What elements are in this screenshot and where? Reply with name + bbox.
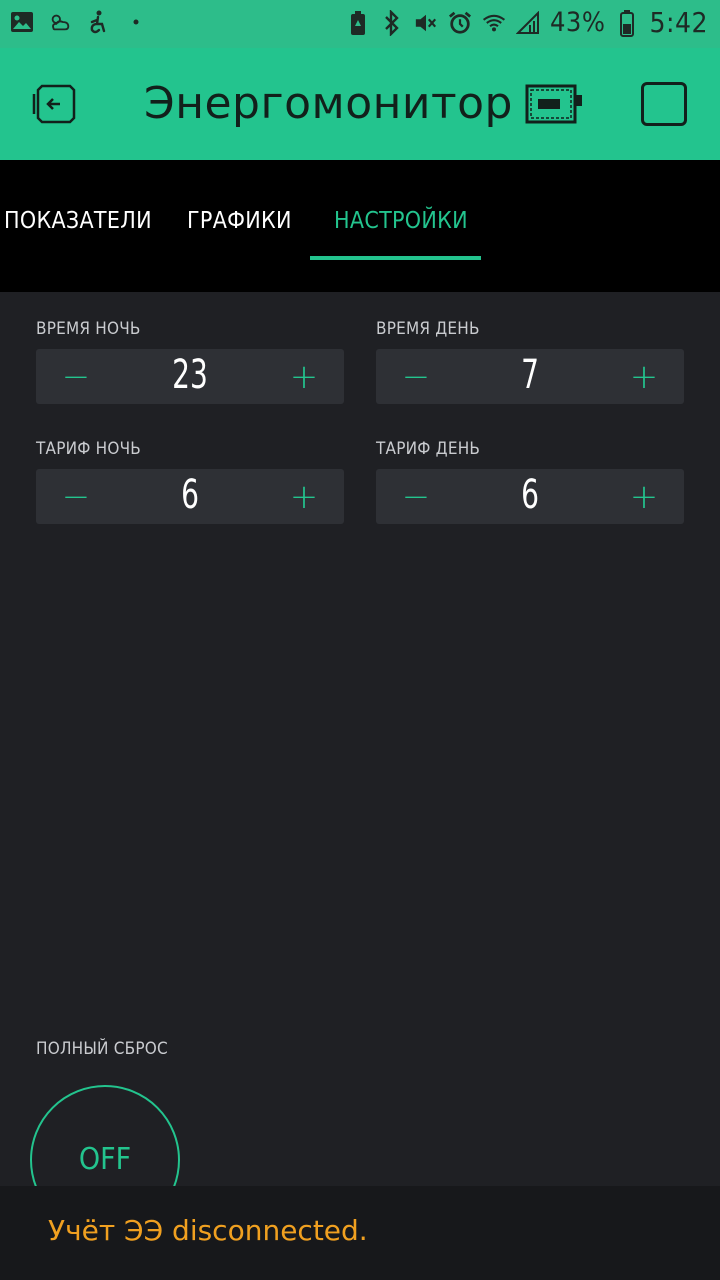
signal-icon (515, 10, 540, 35)
clock: 5:42 (649, 6, 708, 39)
tab-settings[interactable]: НАСТРОЙКИ (334, 208, 468, 234)
active-tab-indicator (310, 256, 481, 260)
time-day-stepper: − 7 + (376, 349, 684, 404)
exit-icon (32, 84, 76, 124)
tariff-night-stepper: − 6 + (36, 469, 344, 524)
status-bar-notifications (10, 10, 148, 34)
full-reset-label: ПОЛНЫЙ СБРОС (36, 1039, 168, 1059)
time-day-label: ВРЕМЯ ДЕНЬ (376, 319, 480, 339)
status-bar: 43% 5:42 (0, 0, 720, 48)
tariff-night-increment-button[interactable]: + (274, 469, 334, 524)
settings-panel: ВРЕМЯ НОЧЬ − 23 + ВРЕМЯ ДЕНЬ − 7 + ТАРИФ… (0, 292, 720, 1235)
tariff-day-increment-button[interactable]: + (614, 469, 674, 524)
time-night-stepper: − 23 + (36, 349, 344, 404)
tab-bar: ПОКАЗАТЕЛИ ГРАФИКИ НАСТРОЙКИ (0, 160, 720, 292)
bluetooth-icon (380, 9, 404, 36)
wifi-icon (482, 11, 506, 35)
battery-icon (615, 9, 639, 37)
snackbar: Учёт ЭЭ disconnected. (0, 1186, 720, 1280)
image-icon (10, 10, 34, 34)
exit-project-button[interactable] (30, 82, 82, 126)
time-night-increment-button[interactable]: + (274, 349, 334, 404)
battery-saver-icon (346, 10, 370, 35)
app-bar: Энергомонитор (0, 48, 720, 160)
status-bar-system: 43% 5:42 (346, 6, 708, 39)
tariff-night-label: ТАРИФ НОЧЬ (36, 439, 141, 459)
mute-icon (414, 11, 438, 35)
tab-charts[interactable]: ГРАФИКИ (187, 208, 292, 234)
tariff-day-label: ТАРИФ ДЕНЬ (376, 439, 481, 459)
device-button[interactable] (524, 82, 586, 126)
battery-percentage: 43% (549, 7, 606, 38)
dot-icon (124, 10, 148, 34)
time-day-increment-button[interactable]: + (614, 349, 674, 404)
connection-status-message: Учёт ЭЭ disconnected. (48, 1214, 368, 1247)
weather-icon (48, 10, 72, 34)
device-icon (525, 84, 582, 124)
accessibility-icon (86, 10, 110, 34)
full-reset-button-label: OFF (78, 1142, 132, 1177)
tariff-day-stepper: − 6 + (376, 469, 684, 524)
alarm-icon (448, 11, 472, 35)
tab-indicators[interactable]: ПОКАЗАТЕЛИ (4, 208, 152, 234)
time-night-label: ВРЕМЯ НОЧЬ (36, 319, 141, 339)
page-title: Энергомонитор (144, 78, 513, 129)
stop-button[interactable] (641, 82, 687, 126)
